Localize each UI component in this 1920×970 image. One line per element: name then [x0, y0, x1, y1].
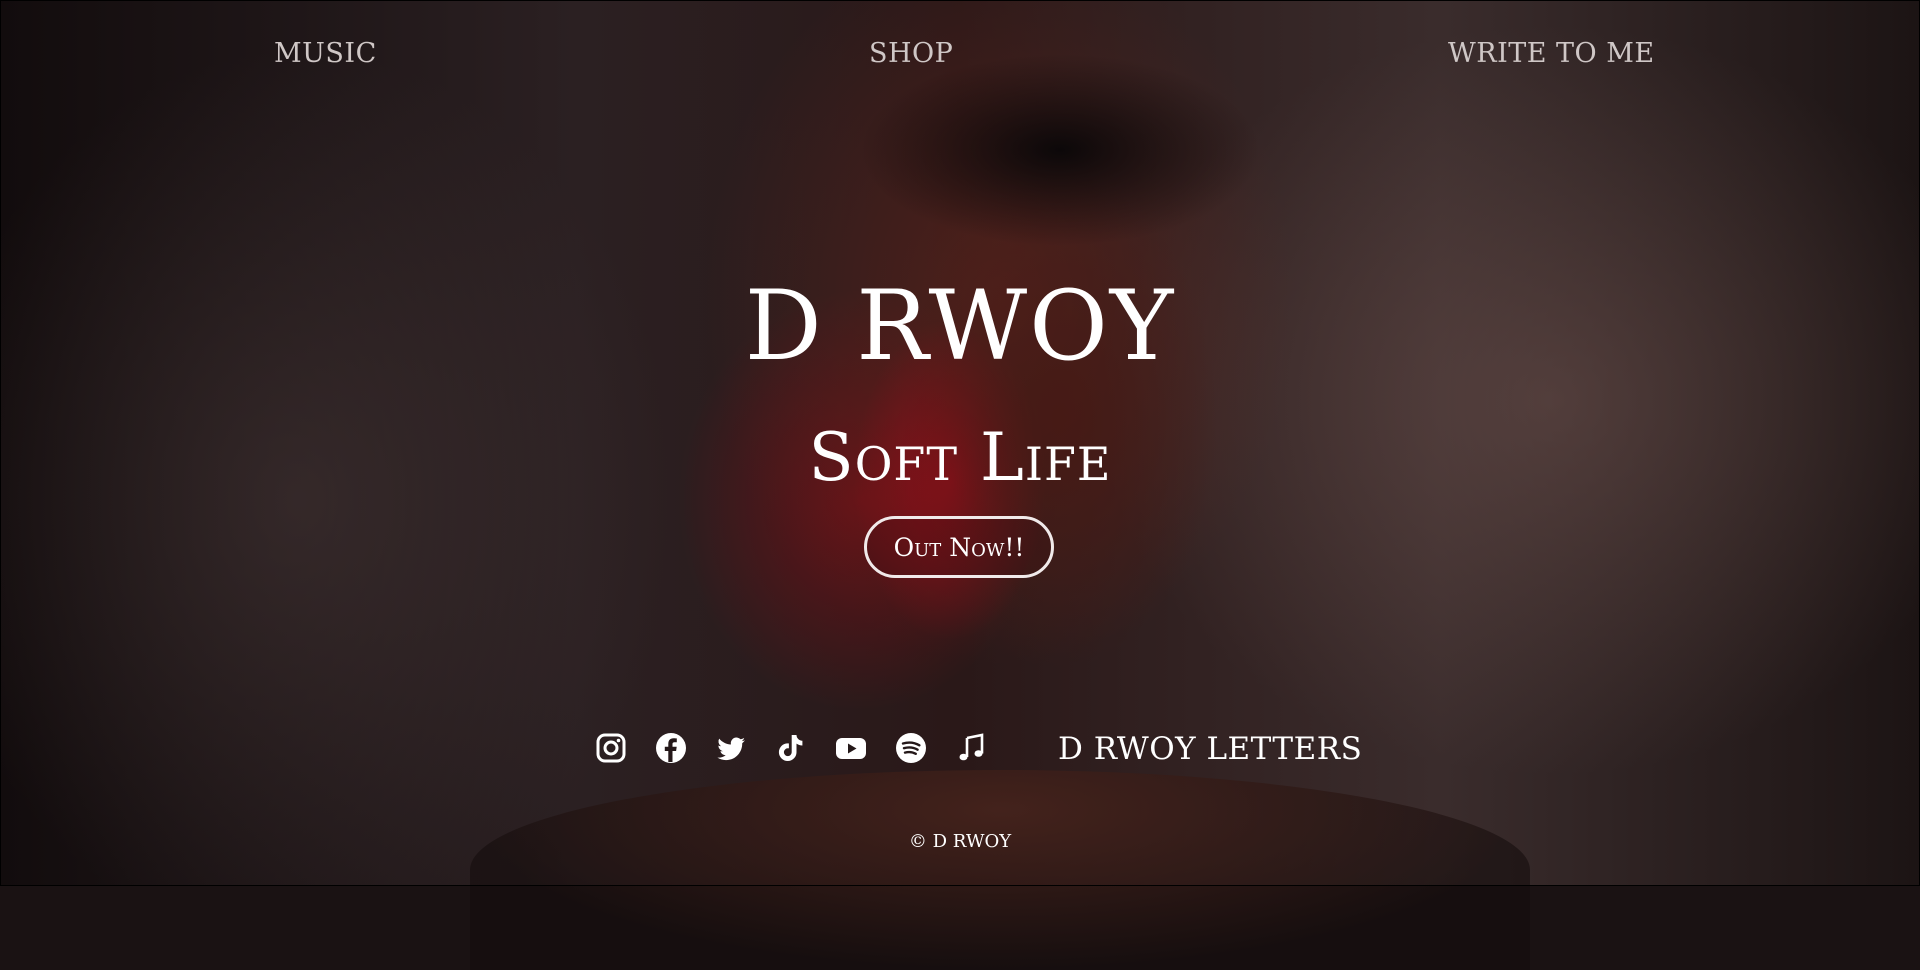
artist-name: D RWOY	[744, 270, 1176, 382]
apple-music-icon[interactable]	[955, 732, 987, 764]
out-now-button[interactable]: Out Now!!	[864, 516, 1054, 578]
nav-write-to-me-link[interactable]: WRITE TO ME	[1448, 38, 1655, 69]
facebook-icon[interactable]	[655, 732, 687, 764]
nav-music-link[interactable]: MUSIC	[274, 38, 377, 69]
instagram-icon[interactable]	[595, 732, 627, 764]
nav-shop-link[interactable]: SHOP	[869, 38, 953, 69]
release-title: Soft Life	[808, 419, 1112, 496]
letters-link[interactable]: D RWOY LETTERS	[1058, 731, 1362, 767]
youtube-icon[interactable]	[835, 732, 867, 764]
copyright-text: © D RWOY	[908, 831, 1012, 852]
spotify-icon[interactable]	[895, 732, 927, 764]
tiktok-icon[interactable]	[775, 732, 807, 764]
twitter-icon[interactable]	[715, 732, 747, 764]
